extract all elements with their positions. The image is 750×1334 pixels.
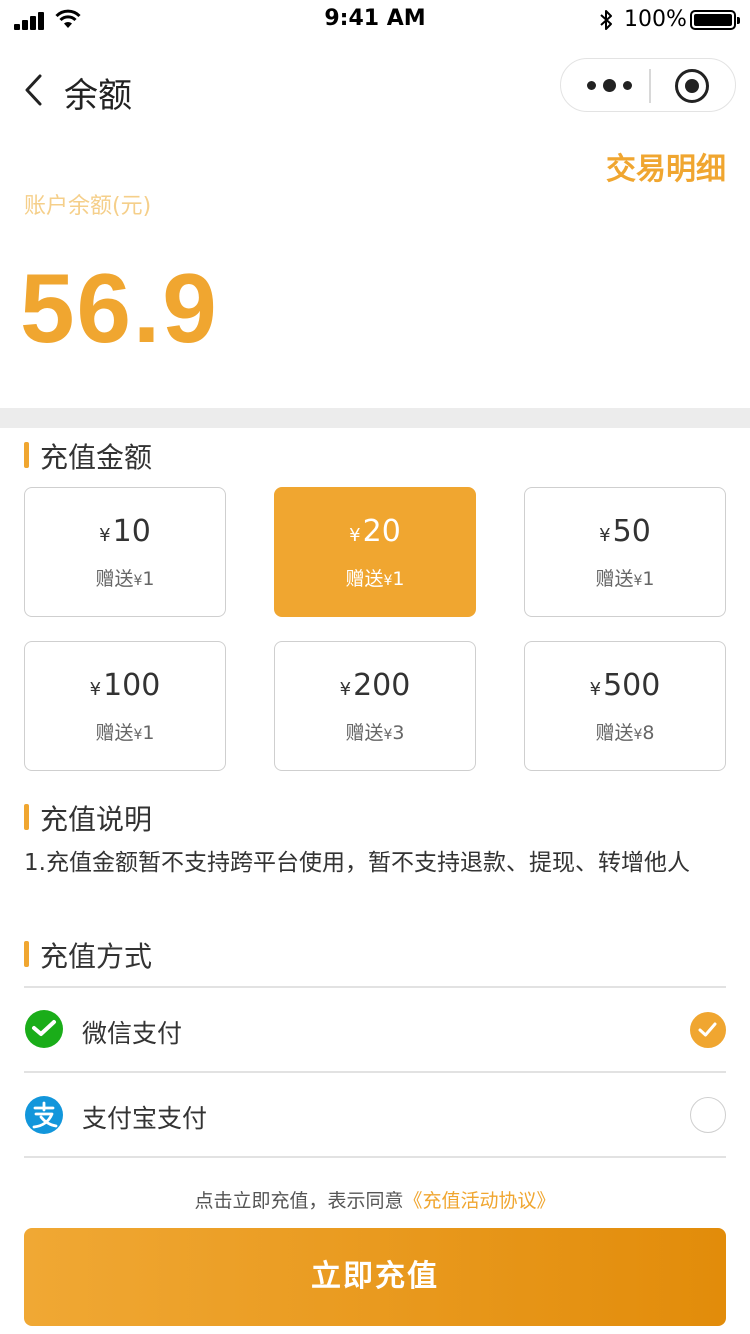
amount-bonus: 赠送¥3 bbox=[345, 722, 405, 744]
payment-label: 微信支付 bbox=[82, 1019, 183, 1048]
amount-value: ¥20 bbox=[349, 514, 401, 549]
alipay-icon bbox=[25, 1096, 63, 1134]
agreement-link[interactable]: 《充值活动协议》 bbox=[404, 1190, 556, 1212]
balance-label: 账户余额(元) bbox=[24, 194, 152, 219]
wechat-pay-icon bbox=[25, 1010, 63, 1048]
battery-icon bbox=[690, 10, 740, 30]
recharge-amount-title: 充值金额 bbox=[40, 441, 153, 474]
section-divider bbox=[0, 408, 750, 428]
heading-accent-bar bbox=[24, 442, 29, 468]
amount-value: ¥50 bbox=[599, 514, 651, 549]
amount-bonus: 赠送¥1 bbox=[345, 568, 405, 590]
amount-option-20[interactable]: ¥20 赠送¥1 bbox=[274, 487, 476, 617]
amount-value: ¥10 bbox=[99, 514, 151, 549]
payment-label: 支付宝支付 bbox=[82, 1104, 208, 1133]
radio-unchecked[interactable] bbox=[690, 1097, 726, 1133]
bluetooth-icon bbox=[600, 10, 612, 30]
amount-bonus: 赠送¥1 bbox=[95, 568, 155, 590]
close-miniprogram-icon[interactable] bbox=[675, 69, 709, 103]
battery-percent: 100% bbox=[624, 7, 687, 32]
agreement-prefix: 点击立即充值，表示同意 bbox=[194, 1190, 404, 1212]
amount-value: ¥500 bbox=[589, 668, 661, 703]
amount-bonus: 赠送¥1 bbox=[595, 568, 655, 590]
nav-bar: 余额 bbox=[0, 40, 750, 140]
amount-bonus: 赠送¥8 bbox=[595, 722, 655, 744]
amount-option-200[interactable]: ¥200 赠送¥3 bbox=[274, 641, 476, 771]
agreement-notice: 点击立即充值，表示同意《充值活动协议》 bbox=[0, 1186, 750, 1213]
amount-option-500[interactable]: ¥500 赠送¥8 bbox=[524, 641, 726, 771]
amount-value: ¥100 bbox=[89, 668, 161, 703]
recharge-instructions-title: 充值说明 bbox=[40, 803, 153, 836]
divider bbox=[24, 1156, 726, 1158]
amount-bonus: 赠送¥1 bbox=[95, 722, 155, 744]
check-icon bbox=[698, 1022, 717, 1037]
mini-program-capsule bbox=[560, 58, 736, 112]
balance-amount: 56.9 bbox=[20, 253, 219, 363]
payment-option-wechat[interactable]: 微信支付 bbox=[24, 988, 726, 1072]
amount-option-100[interactable]: ¥100 赠送¥1 bbox=[24, 641, 226, 771]
amount-option-50[interactable]: ¥50 赠送¥1 bbox=[524, 487, 726, 617]
amount-value: ¥200 bbox=[339, 668, 411, 703]
heading-accent-bar bbox=[24, 941, 29, 967]
payment-method-title: 充值方式 bbox=[40, 940, 153, 973]
heading-accent-bar bbox=[24, 804, 29, 830]
page-title: 余额 bbox=[64, 76, 132, 116]
recharge-now-button[interactable]: 立即充值 bbox=[24, 1228, 726, 1326]
amount-option-10[interactable]: ¥10 赠送¥1 bbox=[24, 487, 226, 617]
back-arrow-icon[interactable] bbox=[22, 72, 52, 108]
payment-option-alipay[interactable]: 支付宝支付 bbox=[24, 1073, 726, 1157]
status-bar: 9:41 AM 100% bbox=[0, 0, 750, 40]
more-icon[interactable] bbox=[587, 76, 633, 96]
recharge-instructions-text: 1.充值金额暂不支持跨平台使用，暂不支持退款、提现、转增他人 bbox=[24, 850, 690, 876]
capsule-divider bbox=[649, 69, 651, 103]
radio-checked[interactable] bbox=[690, 1012, 726, 1048]
transaction-detail-link[interactable]: 交易明细 bbox=[606, 144, 726, 188]
